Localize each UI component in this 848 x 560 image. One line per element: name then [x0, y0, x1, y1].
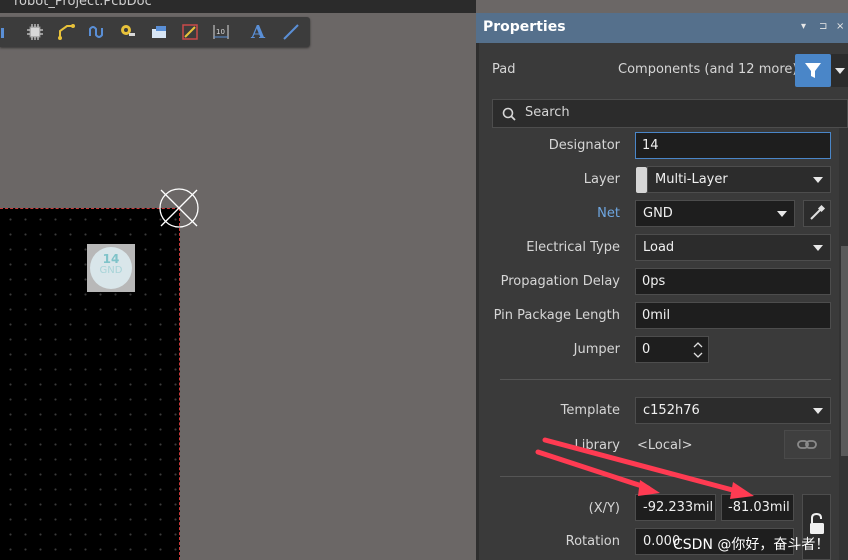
annotation-arrows [535, 437, 754, 499]
watermark: CSDN @你好，奋斗者！ [673, 537, 830, 553]
